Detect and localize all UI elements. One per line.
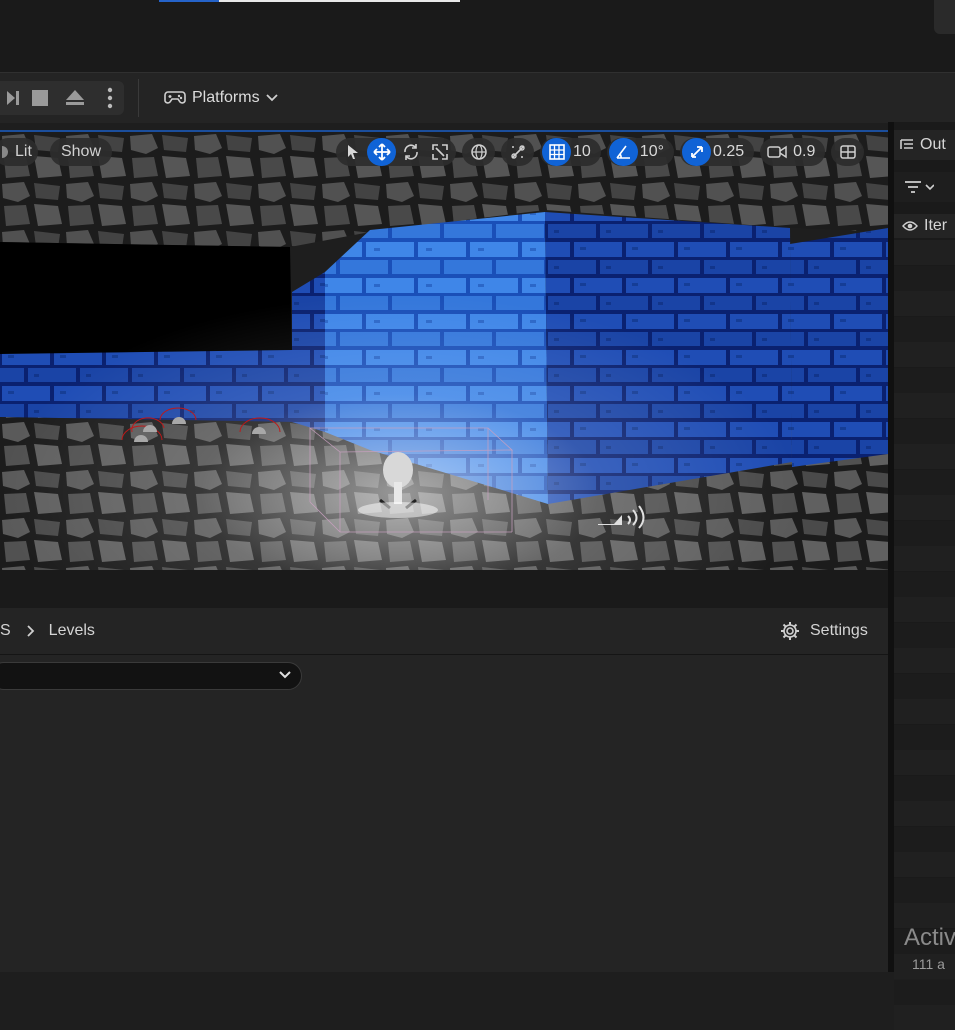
camera-speed-group: 0.9 xyxy=(760,138,826,166)
world-space-icon[interactable] xyxy=(464,138,493,166)
surface-snap-icon[interactable] xyxy=(503,138,532,166)
outliner-row xyxy=(894,546,955,571)
level-viewport[interactable]: Lit Show 10 10° 0.25 0.9 xyxy=(0,130,888,572)
breadcrumb: S Levels xyxy=(0,608,95,654)
outliner-item-column: Iter xyxy=(924,217,948,234)
viewport-scene xyxy=(0,132,888,572)
outliner-row xyxy=(894,1005,955,1030)
view-mode-label: Lit xyxy=(15,143,32,160)
breadcrumb-root[interactable]: S xyxy=(0,622,11,640)
outliner-row xyxy=(894,316,955,342)
outliner-row xyxy=(894,418,955,444)
chevron-down-icon xyxy=(279,671,291,679)
outliner-icon xyxy=(900,138,914,152)
outliner-filter-button[interactable] xyxy=(894,172,955,202)
scale-snap-icon[interactable] xyxy=(682,138,711,166)
stop-icon[interactable] xyxy=(25,81,55,115)
settings-button[interactable]: Settings xyxy=(780,608,868,654)
gear-icon xyxy=(780,621,800,641)
outliner-row xyxy=(894,444,955,469)
gamepad-icon xyxy=(164,86,186,111)
top-menu-area xyxy=(0,0,955,72)
outliner-row xyxy=(894,291,955,316)
layout-group xyxy=(831,138,865,166)
panel-divider xyxy=(0,570,888,608)
activation-watermark: Activ xyxy=(904,924,955,951)
progress-fill xyxy=(159,0,220,2)
view-mode-button[interactable]: Lit xyxy=(0,138,38,166)
outliner-row xyxy=(894,571,955,597)
outliner-row xyxy=(894,622,955,648)
filter-icon xyxy=(904,180,934,194)
outliner-row xyxy=(894,265,955,291)
outliner-row xyxy=(894,979,955,1005)
platforms-button[interactable]: Platforms xyxy=(160,81,282,115)
camera-speed-icon[interactable] xyxy=(762,138,791,166)
chevron-down-icon xyxy=(265,89,278,107)
outliner-row xyxy=(894,673,955,699)
translate-mode-icon[interactable] xyxy=(367,138,396,166)
scale-snap-value[interactable]: 0.25 xyxy=(711,143,752,161)
filter-dropdown[interactable] xyxy=(0,662,302,690)
select-mode-icon[interactable] xyxy=(338,138,367,166)
chevron-right-icon xyxy=(27,625,35,637)
outliner-row xyxy=(894,750,955,775)
rotation-snap-value[interactable]: 10° xyxy=(638,143,672,161)
eye-icon[interactable] xyxy=(902,220,918,232)
show-flags-button[interactable]: Show xyxy=(50,138,112,166)
settings-label: Settings xyxy=(810,622,868,639)
outliner-row xyxy=(894,648,955,673)
lit-mode-icon xyxy=(2,146,8,158)
outliner-row xyxy=(894,801,955,826)
outliner-row xyxy=(894,852,955,877)
outliner-row xyxy=(894,342,955,367)
outliner-row xyxy=(894,597,955,622)
more-options-icon[interactable] xyxy=(96,81,124,115)
grid-snap-value[interactable]: 10 xyxy=(571,143,599,161)
outliner-row xyxy=(894,393,955,418)
outliner-row xyxy=(894,826,955,852)
outliner-panel: Out Iter xyxy=(888,122,955,1030)
scale-snap-group: 0.25 xyxy=(680,138,755,166)
outliner-row xyxy=(894,240,955,265)
play-controls xyxy=(0,81,124,115)
grid-snap-icon[interactable] xyxy=(542,138,571,166)
outliner-row xyxy=(894,495,955,520)
outliner-row xyxy=(894,367,955,393)
toolbar-separator xyxy=(138,79,139,117)
outliner-row xyxy=(894,775,955,801)
outliner-row xyxy=(894,724,955,750)
outliner-header-row: Iter xyxy=(894,214,955,238)
scale-mode-icon[interactable] xyxy=(425,138,454,166)
transform-mode-group xyxy=(336,138,456,166)
camera-speed-value[interactable]: 0.9 xyxy=(791,143,823,161)
show-label: Show xyxy=(60,143,102,160)
breadcrumb-levels[interactable]: Levels xyxy=(49,622,95,640)
surface-snap-group xyxy=(501,138,534,166)
rotate-mode-icon[interactable] xyxy=(396,138,425,166)
rotation-snap-group: 10° xyxy=(606,138,674,166)
outliner-title: Out xyxy=(920,136,946,153)
outliner-row xyxy=(894,877,955,903)
rotation-snap-icon[interactable] xyxy=(608,138,638,166)
outliner-row xyxy=(894,699,955,724)
main-toolbar: Platforms xyxy=(0,72,955,123)
grid-snap-group: 10 xyxy=(540,138,601,166)
content-browser-body xyxy=(0,655,888,972)
outliner-row xyxy=(894,469,955,495)
coordinate-group xyxy=(462,138,495,166)
eject-icon[interactable] xyxy=(60,81,90,115)
window-corner-panel xyxy=(934,0,955,34)
viewport-layout-icon[interactable] xyxy=(833,138,862,166)
platforms-label: Platforms xyxy=(192,89,260,106)
transform-tools: 10 10° 0.25 0.9 xyxy=(336,138,870,166)
outliner-row xyxy=(894,520,955,546)
activation-watermark-sub: 111 a xyxy=(912,956,945,972)
content-browser-header: S Levels Settings xyxy=(0,608,888,655)
progress-track xyxy=(159,0,460,2)
outliner-tab[interactable]: Out xyxy=(894,130,955,160)
